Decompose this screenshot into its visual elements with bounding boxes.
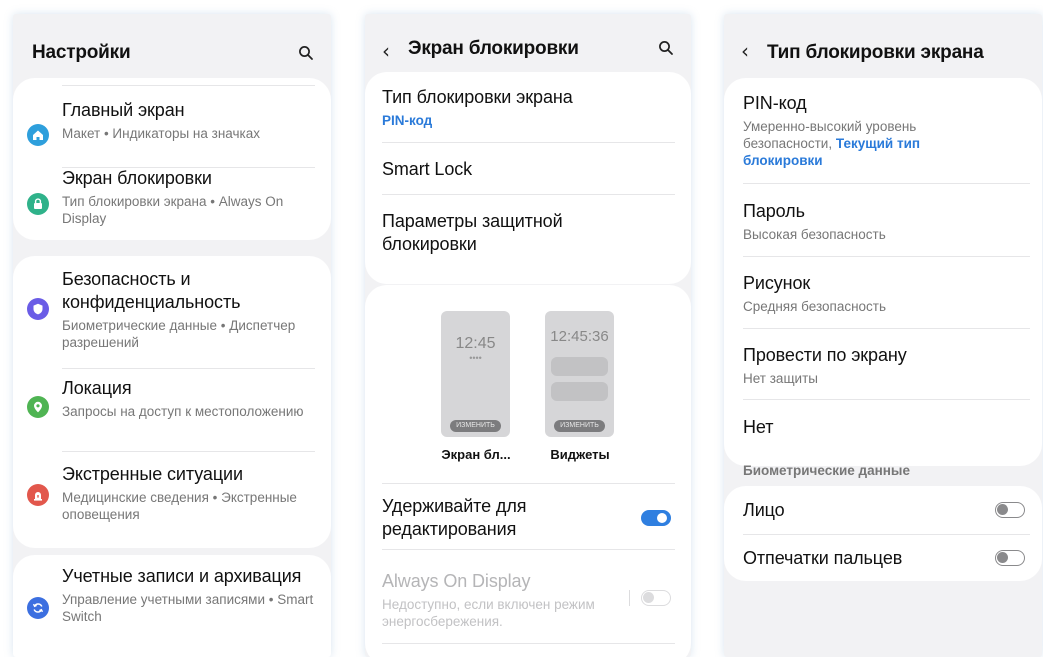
lock-screen-settings: ‹ Экран блокировки Тип блокировки экрана… <box>365 14 691 657</box>
shield-icon <box>27 298 49 320</box>
biometrics-section-header: Биометрические данные <box>743 463 910 478</box>
item-title: Главный экран <box>62 100 185 120</box>
always-on-display-item: Always On Display Недоступно, если включ… <box>382 570 612 630</box>
settings-item-accounts[interactable]: Учетные записи и архивация Управление уч… <box>62 565 317 625</box>
settings-group-2: Безопасность и конфиденциальность Биомет… <box>13 256 331 548</box>
biometric-fingerprint-item[interactable]: Отпечатки пальцев <box>743 547 963 570</box>
item-title: Провести по экрану <box>743 345 907 365</box>
lock-screen-preview[interactable]: 12:45 •••• ИЗМЕНИТЬ <box>441 311 510 437</box>
item-title: Нет <box>743 417 774 437</box>
edit-button[interactable]: ИЗМЕНИТЬ <box>450 420 501 432</box>
fingerprint-toggle[interactable] <box>995 550 1025 566</box>
settings-item-home-screen[interactable]: Главный экран Макет • Индикаторы на знач… <box>62 99 317 142</box>
item-title: Smart Lock <box>382 159 473 179</box>
preview-pin-dots: •••• <box>469 353 482 363</box>
page-title: Экран блокировки <box>408 38 579 59</box>
item-subtitle: Средняя безопасность <box>743 299 887 314</box>
item-title: Тип блокировки экрана <box>382 87 573 107</box>
item-subtitle: Нет защиты <box>743 371 818 386</box>
smart-lock-item[interactable]: Smart Lock <box>382 158 677 181</box>
preview-clock: 12:45 <box>455 335 496 352</box>
settings-item-lock-screen[interactable]: Экран блокировки Тип блокировки экрана •… <box>62 167 317 227</box>
item-title: Пароль <box>743 201 805 221</box>
lock-options-card: Тип блокировки экрана PIN-код Smart Lock… <box>365 72 691 284</box>
alert-icon <box>27 484 49 506</box>
preview-label: Экран бл... <box>441 447 511 462</box>
item-title: Локация <box>62 378 132 398</box>
item-title: Лицо <box>743 500 785 520</box>
back-arrow-icon[interactable]: ‹ <box>741 39 749 63</box>
item-title: Параметры защитной блокировки <box>382 211 563 254</box>
item-subtitle: Высокая безопасность <box>743 227 886 242</box>
lock-preview-card: 12:45 •••• ИЗМЕНИТЬ Экран бл... 12:45:36… <box>365 285 691 657</box>
lock-icon <box>27 193 49 215</box>
settings-header: Настройки <box>13 14 331 86</box>
hold-to-edit-toggle[interactable] <box>641 510 671 526</box>
item-subtitle: Недоступно, если включен режим энергосбе… <box>382 597 595 629</box>
item-subtitle: Тип блокировки экрана • Always On Displa… <box>62 194 284 226</box>
widget-block <box>551 357 608 376</box>
hold-to-edit-item[interactable]: Удерживайте для редактирования <box>382 495 612 541</box>
biometrics-card: Лицо Отпечатки пальцев <box>724 486 1042 581</box>
settings-item-security[interactable]: Безопасность и конфиденциальность Биомет… <box>62 268 317 351</box>
item-subtitle: Запросы на доступ к местоположению <box>62 404 304 419</box>
secure-lock-settings-item[interactable]: Параметры защитной блокировки <box>382 210 632 256</box>
widgets-preview[interactable]: 12:45:36 ИЗМЕНИТЬ <box>545 311 614 437</box>
item-title: PIN-код <box>743 93 807 113</box>
item-title: Отпечатки пальцев <box>743 548 903 568</box>
preview-clock: 12:45:36 <box>550 328 609 345</box>
settings-item-location[interactable]: Локация Запросы на доступ к местоположен… <box>62 377 317 420</box>
page-title: Настройки <box>32 42 131 63</box>
lock-option-pin[interactable]: PIN-код Умеренно-высокий уровень безопас… <box>743 92 948 169</box>
item-subtitle: Медицинские сведения • Экстренные оповещ… <box>62 490 297 522</box>
lock-type-screen: ‹ Тип блокировки экрана PIN-код Умеренно… <box>724 14 1042 657</box>
item-title: Экстренные ситуации <box>62 464 243 484</box>
item-title: Удерживайте для редактирования <box>382 496 527 539</box>
lock-option-none[interactable]: Нет <box>743 416 1023 439</box>
sync-icon <box>27 597 49 619</box>
preview-label: Виджеты <box>550 447 610 462</box>
location-pin-icon <box>27 396 49 418</box>
item-title: Безопасность и конфиденциальность <box>62 269 241 312</box>
item-title: Учетные записи и архивация <box>62 566 302 586</box>
search-icon[interactable] <box>298 45 314 61</box>
home-icon <box>27 124 49 146</box>
item-subtitle: PIN-код <box>382 113 433 128</box>
search-icon[interactable] <box>658 40 674 56</box>
widget-block <box>551 382 608 401</box>
divider <box>629 590 630 606</box>
item-title: Always On Display <box>382 571 531 591</box>
face-unlock-toggle[interactable] <box>995 502 1025 518</box>
item-title: Экран блокировки <box>62 168 212 188</box>
lock-type-header: ‹ Тип блокировки экрана <box>724 14 1042 86</box>
lock-type-options: PIN-код Умеренно-высокий уровень безопас… <box>724 78 1042 466</box>
lock-option-swipe[interactable]: Провести по экрану Нет защиты <box>743 344 1023 387</box>
item-subtitle: Управление учетными записями • Smart Swi… <box>62 592 314 624</box>
settings-group-3: Учетные записи и архивация Управление уч… <box>13 555 331 657</box>
settings-item-emergency[interactable]: Экстренные ситуации Медицинские сведения… <box>62 463 317 523</box>
settings-screen: Настройки Главный экран Макет • Индикато… <box>13 14 331 657</box>
page-title: Тип блокировки экрана <box>767 42 984 63</box>
back-arrow-icon[interactable]: ‹ <box>382 39 390 63</box>
edit-button[interactable]: ИЗМЕНИТЬ <box>554 420 605 432</box>
biometric-face-item[interactable]: Лицо <box>743 499 963 522</box>
always-on-display-toggle <box>641 590 671 606</box>
lock-option-password[interactable]: Пароль Высокая безопасность <box>743 200 1023 243</box>
lock-option-pattern[interactable]: Рисунок Средняя безопасность <box>743 272 1023 315</box>
item-title: Рисунок <box>743 273 811 293</box>
settings-group-1: Главный экран Макет • Индикаторы на знач… <box>13 78 331 240</box>
item-subtitle: Биометрические данные • Диспетчер разреш… <box>62 318 296 350</box>
item-subtitle: Макет • Индикаторы на значках <box>62 126 260 141</box>
lock-type-item[interactable]: Тип блокировки экрана PIN-код <box>382 86 677 129</box>
